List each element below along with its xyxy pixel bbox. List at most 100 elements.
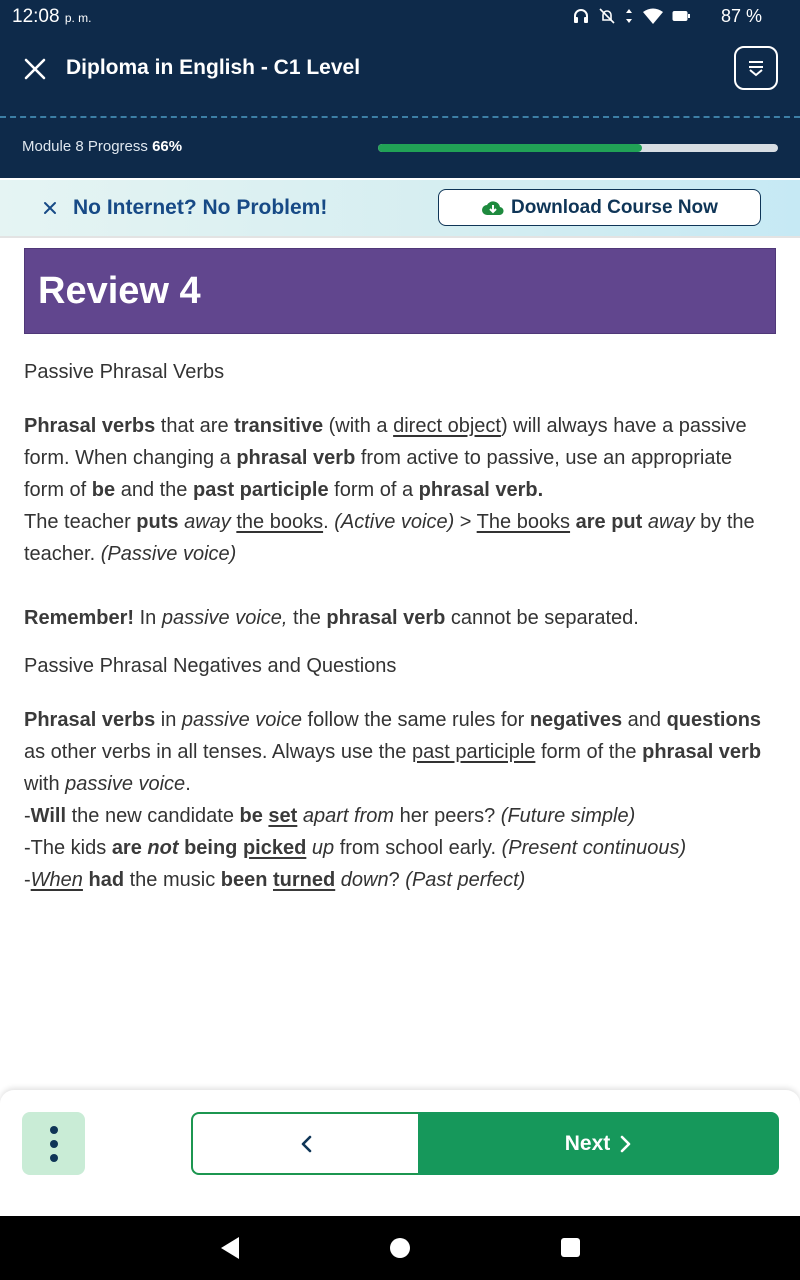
download-course-button[interactable]: Download Course Now [438,189,761,226]
text-bold: Will [30,805,67,827]
text-bold: Remember! [24,607,135,629]
text-italic: up [311,837,335,859]
section-title-passive-phrasal-verbs: Passive Phrasal Verbs [24,361,225,383]
text: - [24,805,31,827]
cloud-download-icon [482,200,504,215]
text: as other verbs in all tenses. Always use… [24,741,412,763]
text-bold: be [239,805,263,827]
text-bold: puts [136,511,179,533]
text-bold-underlined: set [268,805,298,827]
text: - [24,869,31,891]
system-back-icon[interactable] [220,1236,240,1260]
text-bold: questions [666,709,762,731]
text-underlined: The books [476,511,571,533]
text-bold: past participle [192,479,329,501]
example-present-continuous: -The kids are not being picked up from s… [24,832,776,864]
text-italic: down [340,869,389,891]
text: In [134,607,162,629]
chevron-menu-icon [749,61,763,77]
example-future-simple: -Will the new candidate be set apart fro… [24,800,776,832]
module-menu-button[interactable] [734,46,778,90]
course-title: Diploma in English - C1 Level [66,56,361,79]
text: and [622,709,667,731]
status-bar: 12:08 p. m. 87 % [0,0,800,34]
text-italic: passive voice, [161,607,288,629]
text-bold-underlined: picked [242,837,307,859]
app-screen: 12:08 p. m. 87 % Diploma in English - C1… [0,0,800,1280]
text: the [287,607,327,629]
system-navigation-bar [0,1216,800,1280]
dismiss-banner-icon[interactable] [40,198,60,218]
text-bold: negatives [529,709,623,731]
text-bold-italic: not [147,837,179,859]
more-options-button[interactable] [22,1112,85,1175]
lesson-title: Review 4 [38,269,201,312]
offline-banner: No Internet? No Problem! Download Course… [0,180,800,238]
text-italic: (Future simple) [500,805,636,827]
system-home-icon[interactable] [390,1238,410,1258]
chevron-right-icon [620,1135,631,1152]
text: that are [155,415,235,437]
text-bold: Phrasal verbs [24,415,156,437]
previous-button[interactable] [191,1112,418,1175]
progress-value: 66% [152,138,183,155]
text: . [185,773,191,795]
text: the music [124,869,221,891]
section-title-negatives-questions: Passive Phrasal Negatives and Questions [24,655,397,677]
system-recents-icon[interactable] [561,1238,580,1257]
module-progress: Module 8 Progress 66% [0,120,800,176]
text-italic: passive voice [65,773,186,795]
text-underlined: direct object [393,415,501,437]
text: and the [115,479,193,501]
battery-icon [672,11,690,21]
text-bold: Phrasal verbs [24,709,156,731]
next-button[interactable]: Next [418,1112,779,1175]
text: ? [388,869,406,891]
text-italic: away [184,511,231,533]
lesson-content: Review 4 Passive Phrasal Verbs Phrasal v… [24,248,776,896]
text-bold: phrasal verb [326,607,446,629]
text-italic: apart from [302,805,395,827]
offline-banner-text: No Internet? No Problem! [73,196,328,219]
wifi-icon [643,8,663,24]
text-bold: phrasal verb. [418,479,544,501]
text: . [323,511,335,533]
status-time-suffix: p. m. [64,11,92,25]
more-dot [49,1125,58,1134]
text: form of a [328,479,419,501]
battery-percent: 87 % [720,6,762,26]
text: with [24,773,66,795]
text-bold: phrasal verb [236,447,356,469]
lesson-navigation-bar: Next [0,1090,800,1216]
text: form of the [535,741,643,763]
text-italic-underlined: When [30,869,83,891]
text: in [155,709,182,731]
text-bold: transitive [234,415,324,437]
text-bold: been [220,869,268,891]
text-bold: be [91,479,116,501]
example-active-passive: The teacher puts away the books. (Active… [24,506,776,570]
paragraph-remember: Remember! In passive voice, the phrasal … [24,602,776,634]
headphones-icon [574,9,588,23]
status-time-value: 12:08 [12,6,60,27]
text: her peers? [394,805,501,827]
text: (with a [323,415,394,437]
text: The teacher [24,511,137,533]
status-time: 12:08 p. m. [12,6,92,28]
text-bold: are [111,837,142,859]
text-italic: passive voice [181,709,302,731]
text-italic: (Passive voice) [100,543,237,565]
more-dot [49,1139,58,1148]
text-italic: (Past perfect) [405,869,526,891]
text-italic: (Present continuous) [501,837,687,859]
header-divider [0,116,800,118]
paragraph-transitive: Phrasal verbs that are transitive (with … [24,410,776,570]
text: follow the same rules for [301,709,530,731]
text: -The kids [24,837,112,859]
text-italic: away [647,511,695,533]
text: > [454,511,477,533]
progress-label: Module 8 Progress 66% [22,138,182,155]
more-dot [49,1153,58,1162]
close-icon[interactable] [22,56,48,82]
text-bold: are put [575,511,643,533]
